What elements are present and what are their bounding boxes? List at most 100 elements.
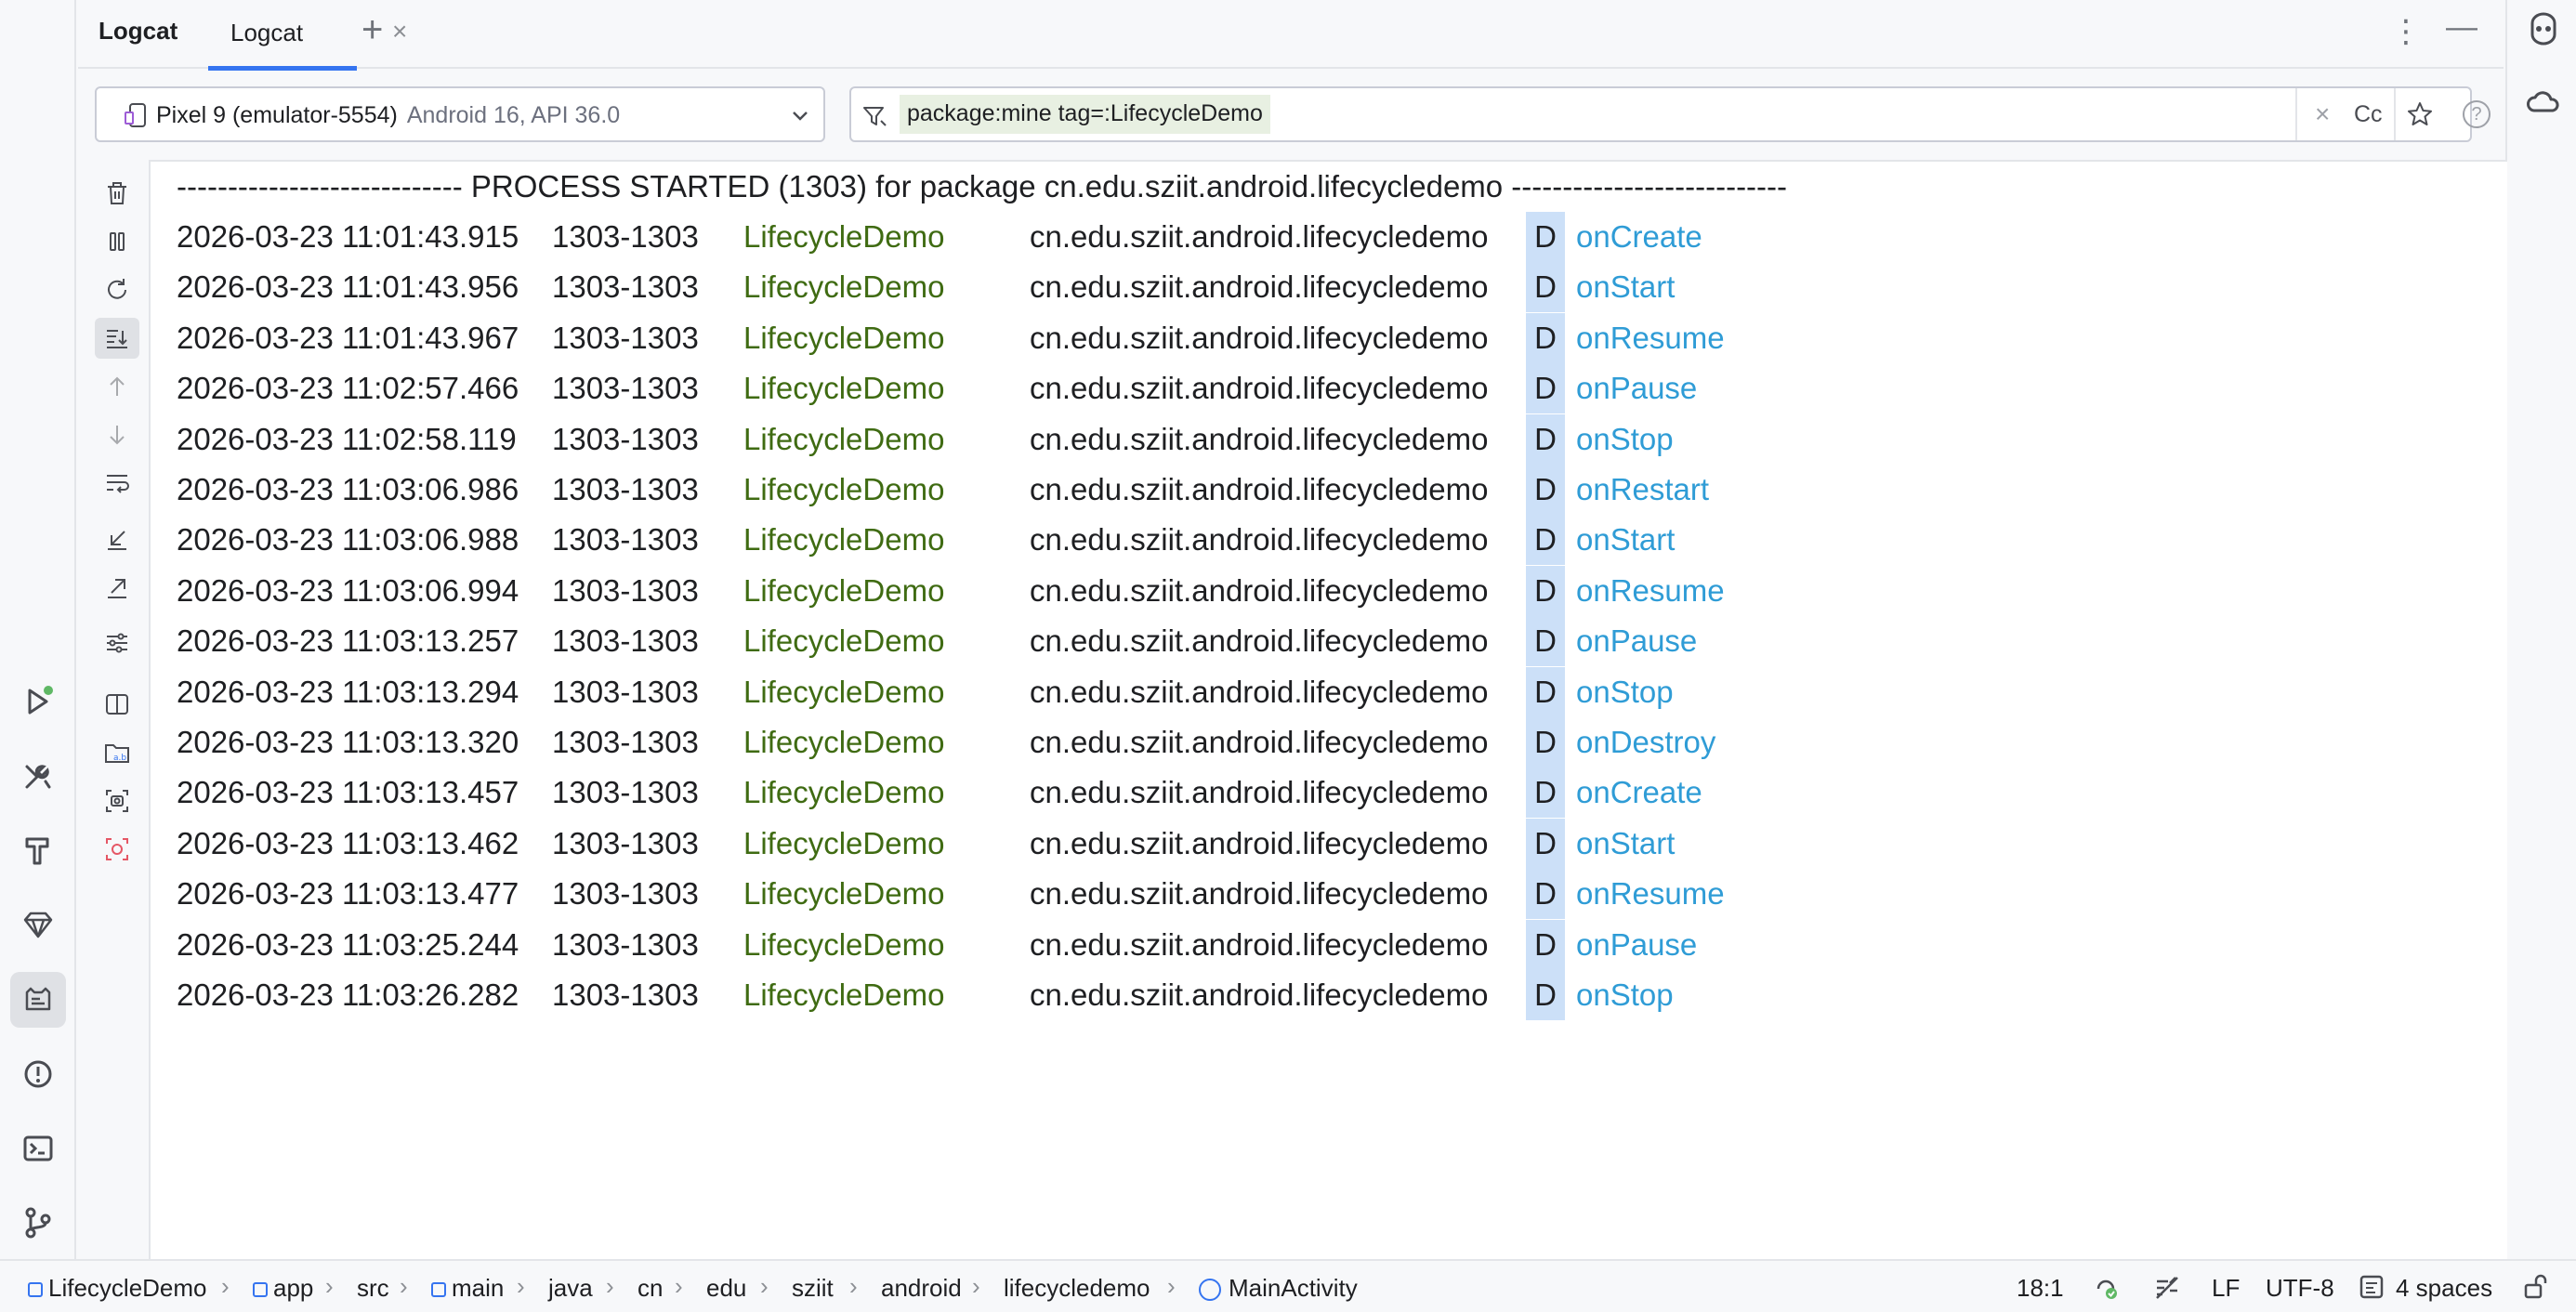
log-datetime: 2026-03-23 11:02:57.466: [177, 371, 519, 406]
breadcrumb-item[interactable]: android: [881, 1274, 962, 1303]
star-icon[interactable]: [2405, 99, 2435, 129]
log-datetime: 2026-03-23 11:03:13.294: [177, 674, 519, 709]
log-message: onPause: [1576, 926, 1698, 962]
lock-icon[interactable]: [2520, 1272, 2550, 1302]
device-selector[interactable]: Pixel 9 (emulator-5554) Android 16, API 3…: [95, 86, 825, 142]
log-datetime: 2026-03-23 11:03:13.320: [177, 725, 519, 759]
log-pid-tid: 1303-1303: [552, 421, 699, 456]
logcat-tool-button[interactable]: [10, 972, 66, 1028]
log-pid-tid: 1303-1303: [552, 876, 699, 912]
log-level: D: [1526, 262, 1565, 313]
clear-logcat-button[interactable]: [95, 173, 139, 214]
screenshot-button[interactable]: [95, 781, 139, 821]
import-button[interactable]: [95, 518, 139, 559]
log-pid-tid: 1303-1303: [552, 825, 699, 860]
next-occurrence-button[interactable]: [95, 414, 139, 455]
breadcrumb-item[interactable]: edu: [706, 1274, 746, 1303]
log-tag: LifecycleDemo: [743, 371, 945, 406]
split-panels-button[interactable]: [95, 684, 139, 725]
breadcrumb-item[interactable]: LifecycleDemo: [28, 1274, 207, 1303]
breadcrumb-item[interactable]: main: [431, 1274, 504, 1303]
breadcrumb-label: edu: [706, 1274, 747, 1302]
assistant-icon: [2530, 12, 2556, 46]
breadcrumb-label: android: [881, 1274, 962, 1302]
cloud-sync-button[interactable]: [2520, 80, 2567, 126]
build-tool-button[interactable]: [10, 748, 66, 804]
log-message: onStart: [1576, 522, 1676, 558]
log-package: cn.edu.sziit.android.lifecycledemo: [1030, 421, 1489, 456]
add-tab-button[interactable]: +: [361, 9, 383, 51]
log-tag: LifecycleDemo: [743, 472, 945, 506]
log-package: cn.edu.sziit.android.lifecycledemo: [1030, 320, 1489, 355]
up-icon: [110, 376, 125, 396]
terminal-tool-button[interactable]: [10, 1121, 66, 1176]
scroll-to-end-button[interactable]: [95, 318, 139, 359]
log-datetime: 2026-03-23 11:01:43.915: [177, 219, 519, 254]
hammer-tool-button[interactable]: [10, 822, 66, 878]
tab-logcat[interactable]: Logcat ×: [208, 0, 431, 71]
breadcrumb-item[interactable]: app: [253, 1274, 313, 1303]
file-encoding[interactable]: UTF-8: [2266, 1274, 2334, 1303]
pause-button[interactable]: [95, 221, 139, 262]
help-icon[interactable]: ?: [2463, 100, 2491, 128]
problems-icon: [24, 1060, 52, 1088]
log-pid-tid: 1303-1303: [552, 320, 699, 355]
breadcrumb-label: src: [357, 1274, 389, 1302]
breadcrumb-separator: ›: [606, 1272, 614, 1300]
logcat-filter-input[interactable]: package:mine tag=:LifecycleDemo × Cc: [849, 86, 2472, 142]
log-package: cn.edu.sziit.android.lifecycledemo: [1030, 775, 1489, 810]
breadcrumb-separator: ›: [675, 1272, 683, 1300]
line-ending[interactable]: LF: [2212, 1274, 2240, 1303]
terminal-icon: [23, 1135, 53, 1161]
breadcrumb-item[interactable]: src: [357, 1274, 389, 1303]
previous-occurrence-button[interactable]: [95, 366, 139, 407]
logcat-panel: Logcat Logcat × + ⋮ — Pixel 9 (emulator-…: [78, 0, 2507, 1259]
clear-filter-button[interactable]: ×: [2315, 99, 2330, 129]
assistant-button[interactable]: [2520, 6, 2567, 52]
breadcrumb-item[interactable]: cn: [637, 1274, 663, 1303]
log-tag: LifecycleDemo: [743, 674, 945, 709]
left-tool-strip: [0, 0, 76, 1259]
log-level: D: [1526, 919, 1565, 970]
run-icon: [28, 686, 53, 715]
logcat-settings-button[interactable]: [95, 623, 139, 663]
breadcrumb-item[interactable]: lifecycledemo: [1004, 1274, 1150, 1303]
git-tool-button[interactable]: [10, 1195, 66, 1251]
breadcrumb-label: lifecycledemo: [1004, 1274, 1150, 1302]
breadcrumb-item[interactable]: sziit: [792, 1274, 834, 1303]
power-save-icon[interactable]: [2091, 1272, 2121, 1302]
screen-record-button[interactable]: [95, 829, 139, 870]
log-pid-tid: 1303-1303: [552, 977, 699, 1012]
export-button[interactable]: [95, 567, 139, 608]
process-started-line: ---------------------------- PROCESS STA…: [177, 169, 1788, 203]
restart-button[interactable]: [95, 269, 139, 310]
log-level: D: [1526, 616, 1565, 667]
inspections-icon[interactable]: [2151, 1272, 2181, 1302]
run-tool-button[interactable]: [10, 674, 66, 729]
match-case-button[interactable]: Cc: [2354, 101, 2383, 128]
problems-tool-button[interactable]: [10, 1046, 66, 1102]
caret-position[interactable]: 18:1: [2017, 1274, 2064, 1303]
log-tag: LifecycleDemo: [743, 320, 945, 355]
logcat-icon: [25, 987, 51, 1011]
build-icon: [25, 765, 51, 789]
close-icon[interactable]: ×: [392, 17, 407, 46]
soft-wrap-icon: [107, 475, 129, 493]
device-icon: [125, 103, 146, 127]
filter-icon[interactable]: [861, 102, 888, 130]
log-tag: LifecycleDemo: [743, 977, 945, 1012]
logcat-output[interactable]: ---------------------------- PROCESS STA…: [149, 160, 2507, 1259]
gem-tool-button[interactable]: [10, 897, 66, 952]
more-options-button[interactable]: ⋮: [2390, 13, 2422, 50]
minimize-button[interactable]: —: [2446, 9, 2477, 46]
log-package: cn.edu.sziit.android.lifecycledemo: [1030, 876, 1489, 912]
breadcrumb-item[interactable]: MainActivity: [1199, 1274, 1358, 1303]
log-tag: LifecycleDemo: [743, 421, 945, 456]
breadcrumb-item[interactable]: java: [548, 1274, 593, 1303]
log-package: cn.edu.sziit.android.lifecycledemo: [1030, 926, 1489, 962]
indent-setting[interactable]: 4 spaces: [2396, 1274, 2492, 1303]
module-icon: [253, 1282, 268, 1297]
soft-wrap-button[interactable]: [95, 463, 139, 504]
log-message: onDestroy: [1576, 725, 1716, 759]
device-file-button[interactable]: a.b: [95, 732, 139, 773]
